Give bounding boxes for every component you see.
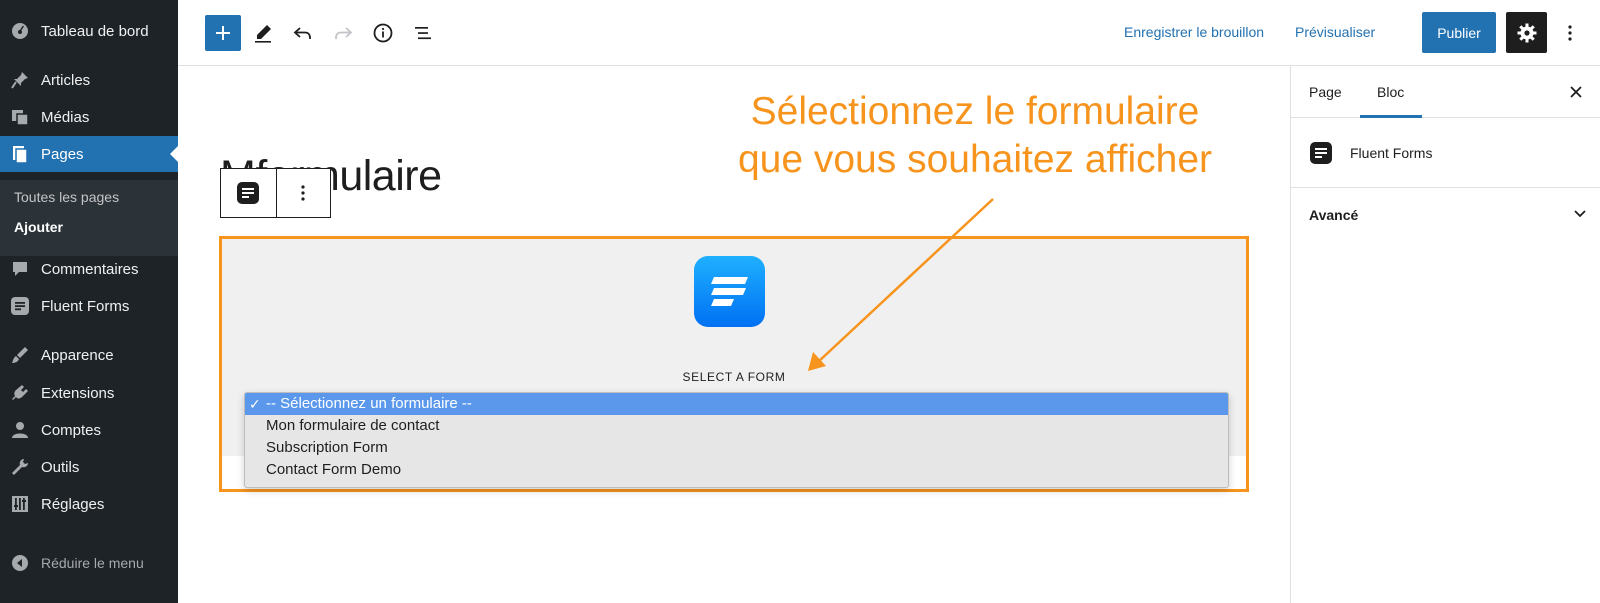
pencil-icon bbox=[255, 25, 271, 43]
fluent-forms-block[interactable]: SELECT A FORM ✓ -- Sélectionnez un formu… bbox=[219, 236, 1249, 492]
form-option[interactable]: Contact Form Demo bbox=[245, 459, 1228, 481]
user-icon bbox=[10, 420, 30, 440]
sidebar-item-label: Pages bbox=[41, 145, 84, 163]
sidebar-item-label: Outils bbox=[41, 458, 80, 476]
undo-icon bbox=[293, 27, 311, 39]
preview-button[interactable]: Prévisualiser bbox=[1295, 24, 1375, 40]
sidebar-item-medias[interactable]: Médias bbox=[0, 99, 178, 135]
info-icon bbox=[373, 23, 393, 43]
sidebar-item-label: Commentaires bbox=[41, 260, 139, 278]
details-button[interactable] bbox=[365, 15, 401, 51]
sidebar-item-label: Articles bbox=[41, 71, 91, 89]
sidebar-item-comments[interactable]: Commentaires bbox=[0, 251, 178, 287]
redo-button[interactable] bbox=[325, 15, 361, 51]
fluent-forms-icon bbox=[237, 182, 260, 204]
collapse-arrow-icon bbox=[10, 553, 30, 573]
tools-button[interactable] bbox=[245, 15, 281, 51]
pages-submenu: Toutes les pages Ajouter bbox=[0, 180, 178, 256]
block-card-title: Fluent Forms bbox=[1350, 144, 1433, 161]
sidebar-item-dashboard[interactable]: Tableau de bord bbox=[0, 13, 178, 49]
block-type-button[interactable] bbox=[221, 169, 276, 217]
wrench-icon bbox=[10, 457, 30, 477]
tab-page[interactable]: Page bbox=[1309, 84, 1342, 100]
editor-toolbar: Enregistrer le brouillon Prévisualiser bbox=[178, 0, 1600, 66]
chevron-down-icon bbox=[1572, 205, 1588, 224]
settings-sliders-icon bbox=[10, 494, 30, 514]
admin-sidebar: Tableau de bord Articles Médias Pages To… bbox=[0, 0, 178, 603]
checkmark-icon: ✓ bbox=[249, 396, 261, 412]
pin-icon bbox=[10, 70, 30, 90]
undo-button[interactable] bbox=[285, 15, 321, 51]
advanced-label: Avancé bbox=[1309, 206, 1359, 223]
sidebar-item-label: Fluent Forms bbox=[41, 297, 130, 315]
wp-block-editor: Tableau de bord Articles Médias Pages To… bbox=[0, 0, 1600, 603]
media-icon bbox=[10, 107, 30, 127]
settings-button[interactable] bbox=[1506, 12, 1547, 53]
sidebar-tabs: Page Bloc bbox=[1291, 66, 1600, 118]
sidebar-item-extensions[interactable]: Extensions bbox=[0, 375, 178, 411]
more-vertical-icon bbox=[301, 185, 305, 201]
more-vertical-icon bbox=[1568, 25, 1572, 41]
save-draft-button[interactable]: Enregistrer le brouillon bbox=[1124, 24, 1264, 40]
gear-icon bbox=[1517, 23, 1536, 42]
plus-icon bbox=[216, 26, 230, 40]
comment-icon bbox=[10, 259, 30, 279]
advanced-panel-toggle[interactable]: Avancé bbox=[1291, 188, 1600, 242]
pages-icon bbox=[10, 144, 30, 164]
add-block-button[interactable] bbox=[205, 15, 241, 51]
form-option-label: Subscription Form bbox=[266, 439, 388, 456]
sidebar-item-label: Médias bbox=[41, 108, 90, 126]
plugin-icon bbox=[10, 383, 30, 403]
publish-button[interactable]: Publier bbox=[1422, 12, 1496, 53]
sidebar-item-label: Apparence bbox=[41, 346, 114, 364]
form-option[interactable]: Subscription Form bbox=[245, 437, 1228, 459]
close-icon bbox=[1570, 86, 1582, 98]
annotation-line-2: que vous souhaitez afficher bbox=[737, 138, 1213, 181]
sidebar-item-label: Extensions bbox=[41, 384, 115, 402]
form-option-label: Mon formulaire de contact bbox=[266, 417, 440, 434]
annotation-line-1: Sélectionnez le formulaire bbox=[750, 90, 1200, 133]
options-button[interactable] bbox=[1556, 15, 1584, 51]
form-option[interactable]: Mon formulaire de contact bbox=[245, 415, 1228, 437]
form-select-dropdown[interactable]: ✓ -- Sélectionnez un formulaire -- Mon f… bbox=[244, 392, 1229, 488]
form-option[interactable]: ✓ -- Sélectionnez un formulaire -- bbox=[245, 393, 1228, 415]
sidebar-item-settings[interactable]: Réglages bbox=[0, 486, 178, 522]
sidebar-item-label: Réglages bbox=[41, 495, 105, 513]
sidebar-item-label: Tableau de bord bbox=[41, 22, 149, 40]
form-option-label: -- Sélectionnez un formulaire -- bbox=[266, 395, 472, 412]
sidebar-item-fluent-forms[interactable]: Fluent Forms bbox=[0, 288, 178, 324]
brush-icon bbox=[10, 345, 30, 365]
sidebar-item-accounts[interactable]: Comptes bbox=[0, 412, 178, 448]
sidebar-item-pages[interactable]: Pages bbox=[0, 136, 178, 172]
list-view-icon bbox=[415, 27, 431, 40]
close-sidebar-button[interactable] bbox=[1565, 81, 1587, 103]
block-toolbar bbox=[220, 168, 331, 218]
sidebar-item-articles[interactable]: Articles bbox=[0, 62, 178, 98]
submenu-add-page[interactable]: Ajouter bbox=[14, 219, 63, 235]
fluent-forms-icon bbox=[1309, 141, 1333, 165]
settings-sidebar: Page Bloc Fluent Forms Avancé bbox=[1290, 66, 1600, 603]
select-form-label: SELECT A FORM bbox=[682, 370, 786, 384]
block-card: Fluent Forms bbox=[1291, 118, 1600, 188]
sidebar-item-label: Comptes bbox=[41, 421, 102, 439]
collapse-menu-label: Réduire le menu bbox=[41, 555, 144, 571]
fluent-forms-icon bbox=[10, 296, 30, 316]
fluent-forms-logo-icon bbox=[694, 256, 765, 327]
sidebar-item-tools[interactable]: Outils bbox=[0, 449, 178, 485]
dashboard-icon bbox=[10, 21, 30, 41]
sidebar-item-appearance[interactable]: Apparence bbox=[0, 337, 178, 373]
redo-icon bbox=[335, 27, 353, 39]
annotation-text: Sélectionnez le formulaire que vous souh… bbox=[690, 88, 1260, 184]
block-options-button[interactable] bbox=[275, 169, 331, 217]
collapse-menu-button[interactable]: Réduire le menu bbox=[10, 553, 144, 573]
form-option-label: Contact Form Demo bbox=[266, 461, 402, 478]
tab-block[interactable]: Bloc bbox=[1377, 84, 1404, 100]
submenu-all-pages[interactable]: Toutes les pages bbox=[14, 189, 119, 205]
list-view-button[interactable] bbox=[405, 15, 441, 51]
